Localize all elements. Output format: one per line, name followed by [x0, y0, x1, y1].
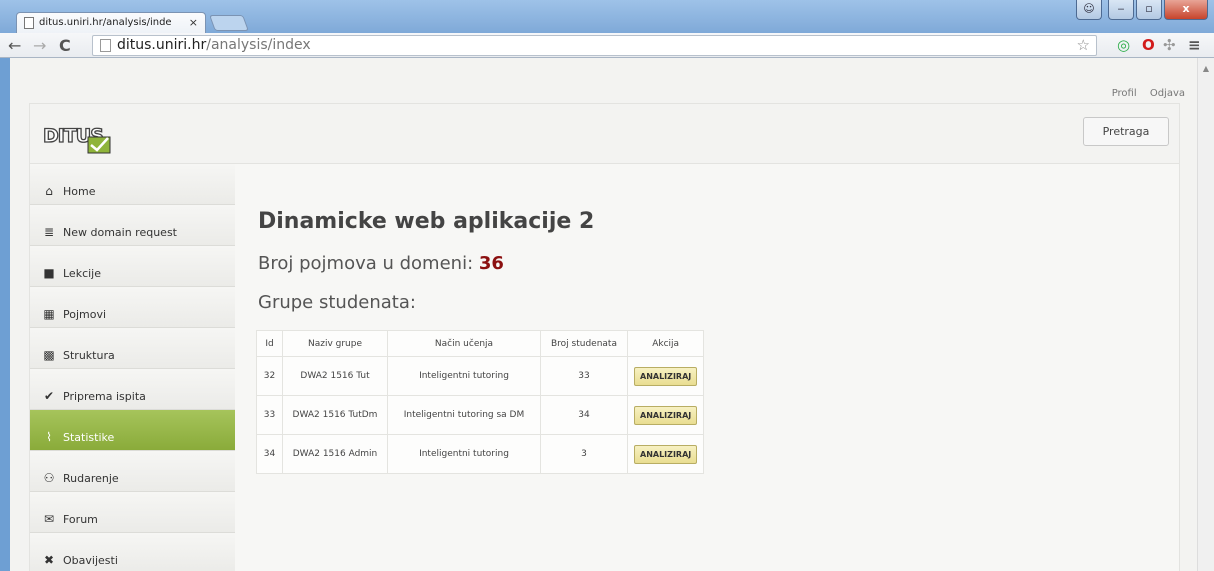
menu-icon[interactable]: ≡ — [1188, 36, 1201, 54]
column-header-students: Broj studenata — [540, 330, 628, 357]
sidebar-item-pojmovi[interactable]: ▦ Pojmovi — [30, 287, 235, 328]
users-icon: ⚇ — [43, 471, 55, 485]
tab-close-icon[interactable]: × — [189, 16, 198, 29]
cell-id: 33 — [256, 395, 283, 435]
forward-icon[interactable]: → — [33, 36, 46, 55]
cell-learning-mode: Inteligentni tutoring — [387, 356, 541, 396]
cell-learning-mode: Inteligentni tutoring sa DM — [387, 395, 541, 435]
sidebar-item-home[interactable]: ⌂ Home — [30, 164, 235, 205]
bell-icon: ✖ — [43, 553, 55, 567]
maximize-button[interactable]: ▫ — [1136, 0, 1162, 20]
sidebar-item-obavijesti[interactable]: ✖ Obavijesti — [30, 533, 235, 571]
chart-icon: ⌇ — [46, 430, 52, 444]
table-row: 32 DWA2 1516 Tut Inteligentni tutoring 33 AN… — [256, 356, 705, 396]
sidebar-item-label: Struktura — [63, 348, 115, 362]
app-container: DITUS Pretraga ⌂ Home ≣ New domain request ■… — [29, 103, 1180, 571]
minimize-button[interactable]: ‒ — [1108, 0, 1134, 20]
table-row: 33 DWA2 1516 TutDm Inteligentni tutoring s… — [256, 395, 705, 435]
table-header-row: Id Naziv grupe Način učenja Broj studena… — [256, 330, 705, 357]
window-titlebar: ditus.uniri.hr/analysis/inde × ☺ ‒ ▫ x — [0, 0, 1214, 34]
user-links: Profil Odjava — [1102, 88, 1185, 99]
sidebar-item-label: Forum — [63, 512, 98, 526]
sidebar-item-struktura[interactable]: ▩ Struktura — [30, 328, 235, 369]
cell-id: 34 — [256, 434, 283, 474]
page-icon — [100, 39, 111, 52]
cell-id: 32 — [256, 356, 283, 396]
home-icon: ⌂ — [45, 184, 53, 198]
ditus-logo[interactable]: DITUS — [42, 118, 122, 156]
page-viewport: Profil Odjava DITUS Pretraga ⌂ Home ≣ New d… — [10, 58, 1197, 571]
user-icon[interactable]: ☺ — [1076, 0, 1102, 20]
sidebar-item-label: Home — [63, 184, 96, 198]
cell-student-count: 34 — [540, 395, 628, 435]
analyze-button[interactable]: ANALIZIRAJ — [634, 405, 698, 425]
sidebar-item-priprema-ispita[interactable]: ✔ Priprema ispita — [30, 369, 235, 410]
analyze-button[interactable]: ANALIZIRAJ — [634, 366, 698, 386]
sidebar-item-statistike[interactable]: ⌇ Statistike — [30, 410, 235, 451]
sidebar-item-label: Priprema ispita — [63, 389, 146, 403]
profile-link[interactable]: Profil — [1112, 88, 1137, 99]
sidebar-nav: ⌂ Home ≣ New domain request ■ Lekcije ▦ Pojmovi… — [30, 164, 235, 571]
sidebar-item-label: Pojmovi — [63, 307, 107, 321]
sidebar-item-label: New domain request — [63, 225, 177, 239]
browser-tab[interactable]: ditus.uniri.hr/analysis/inde × — [16, 12, 206, 34]
vertical-scrollbar[interactable]: ▲ — [1197, 58, 1214, 571]
check-icon: ✔ — [43, 389, 55, 403]
concept-count-label: Broj pojmova u domeni: — [258, 253, 474, 274]
column-header-id: Id — [256, 330, 283, 357]
app-header: DITUS Pretraga — [30, 104, 1179, 164]
sidebar-item-label: Lekcije — [63, 266, 102, 280]
page-title: Dinamicke web aplikacije 2 — [258, 209, 595, 234]
student-groups-table: Id Naziv grupe Način učenja Broj studena… — [256, 330, 705, 474]
stack-icon: ≣ — [43, 225, 55, 239]
comments-icon: ✉ — [43, 512, 55, 526]
sidebar-item-forum[interactable]: ✉ Forum — [30, 492, 235, 533]
browser-toolbar: ← → C ditus.uniri.hr/analysis/index ☆ ◎ … — [0, 33, 1214, 58]
cell-action: ANALIZIRAJ — [626, 395, 705, 435]
grid-icon: ▦ — [43, 307, 55, 321]
cell-group-name: DWA2 1516 TutDm — [282, 395, 388, 435]
book-icon: ■ — [43, 266, 55, 280]
reload-icon[interactable]: C — [59, 36, 71, 55]
tab-title: ditus.uniri.hr/analysis/inde — [39, 17, 172, 28]
groups-heading: Grupe studenata: — [258, 292, 416, 313]
sitemap-icon: ▩ — [43, 348, 55, 362]
opera-icon[interactable]: O — [1142, 36, 1155, 54]
logout-link[interactable]: Odjava — [1150, 88, 1185, 99]
sidebar-item-lekcije[interactable]: ■ Lekcije — [30, 246, 235, 287]
close-button[interactable]: x — [1164, 0, 1208, 20]
analyze-button[interactable]: ANALIZIRAJ — [634, 444, 698, 464]
cell-group-name: DWA2 1516 Tut — [282, 356, 388, 396]
extension-green-icon[interactable]: ◎ — [1117, 36, 1130, 54]
bookmark-star-icon[interactable]: ☆ — [1077, 36, 1090, 54]
concept-count-value: 36 — [478, 253, 504, 274]
sidebar-item-rudarenje[interactable]: ⚇ Rudarenje — [30, 451, 235, 492]
concept-count: Broj pojmova u domeni: 36 — [258, 253, 504, 274]
url-path: /analysis/index — [206, 37, 311, 53]
url-host: ditus.uniri.hr — [117, 37, 207, 53]
table-row: 34 DWA2 1516 Admin Inteligentni tutoring 3 A… — [256, 434, 705, 474]
cell-group-name: DWA2 1516 Admin — [282, 434, 388, 474]
search-button[interactable]: Pretraga — [1083, 117, 1169, 146]
window-controls: ☺ ‒ ▫ x — [1076, 0, 1208, 20]
column-header-mode: Način učenja — [387, 330, 541, 357]
sidebar-item-label: Statistike — [63, 430, 115, 444]
sidebar-item-new-domain-request[interactable]: ≣ New domain request — [30, 205, 235, 246]
cell-student-count: 33 — [540, 356, 628, 396]
sidebar-item-label: Rudarenje — [63, 471, 119, 485]
column-header-name: Naziv grupe — [282, 330, 388, 357]
cell-action: ANALIZIRAJ — [626, 356, 705, 396]
cell-student-count: 3 — [540, 434, 628, 474]
new-tab-button[interactable] — [209, 15, 249, 31]
page-icon — [24, 17, 34, 29]
address-bar[interactable]: ditus.uniri.hr/analysis/index ☆ — [92, 35, 1097, 56]
sidebar-item-label: Obavijesti — [63, 553, 118, 567]
column-header-action: Akcija — [626, 330, 705, 357]
cell-learning-mode: Inteligentni tutoring — [387, 434, 541, 474]
back-icon[interactable]: ← — [8, 36, 21, 55]
extension-puzzle-icon[interactable]: ✣ — [1163, 36, 1176, 54]
cell-action: ANALIZIRAJ — [626, 434, 705, 474]
